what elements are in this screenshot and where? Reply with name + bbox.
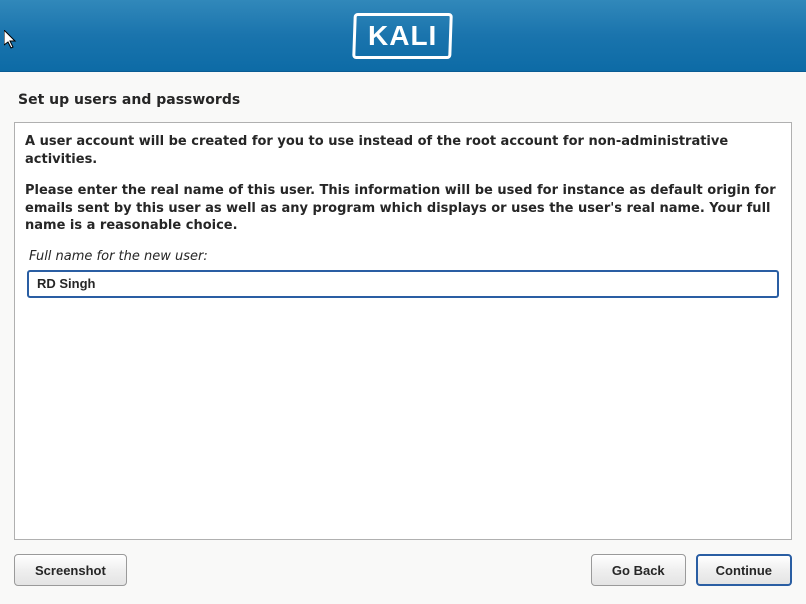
installer-header: KALI (0, 0, 806, 72)
page-title: Set up users and passwords (18, 92, 788, 108)
nav-button-group: Go Back Continue (591, 554, 792, 586)
fullname-input[interactable] (27, 270, 779, 298)
fullname-field-label: Full name for the new user: (29, 249, 781, 264)
go-back-button[interactable]: Go Back (591, 554, 686, 586)
main-panel: A user account will be created for you t… (14, 122, 792, 540)
continue-button[interactable]: Continue (696, 554, 792, 586)
screenshot-button[interactable]: Screenshot (14, 554, 127, 586)
kali-logo: KALI (353, 13, 454, 59)
instruction-text-1: A user account will be created for you t… (25, 133, 781, 168)
instruction-text-2: Please enter the real name of this user.… (25, 182, 781, 235)
button-bar: Screenshot Go Back Continue (0, 540, 806, 586)
content-area: Set up users and passwords A user accoun… (0, 72, 806, 540)
kali-logo-text: KALI (368, 20, 437, 52)
